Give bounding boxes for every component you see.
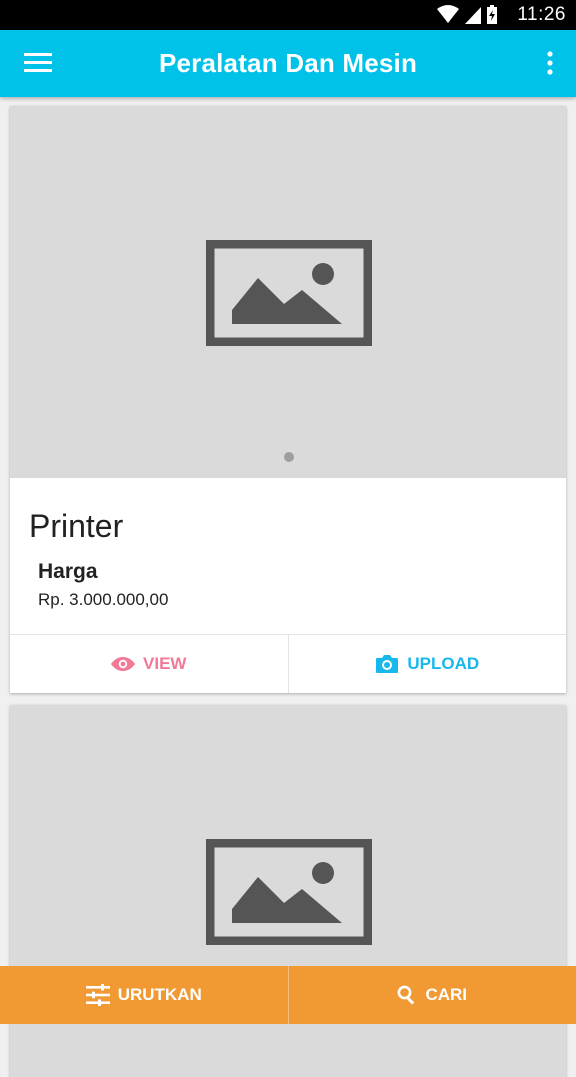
item-name: Printer xyxy=(29,508,123,545)
search-button[interactable]: CARI xyxy=(289,966,576,1024)
app-bar: Peralatan Dan Mesin xyxy=(0,30,576,97)
page-title: Peralatan Dan Mesin xyxy=(0,48,576,79)
image-placeholder-icon xyxy=(206,839,372,945)
item-image-carousel[interactable] xyxy=(10,106,566,478)
sort-button[interactable]: URUTKAN xyxy=(0,966,289,1024)
wifi-icon xyxy=(437,5,459,25)
item-details: Printer Harga Rp. 3.000.000,00 xyxy=(10,478,566,634)
upload-button[interactable]: UPLOAD xyxy=(289,635,567,693)
battery-charging-icon xyxy=(486,5,498,25)
search-icon xyxy=(397,985,417,1005)
view-button-label: VIEW xyxy=(143,654,186,674)
view-button[interactable]: VIEW xyxy=(10,635,289,693)
search-button-label: CARI xyxy=(425,985,467,1005)
more-vert-icon[interactable] xyxy=(542,50,558,78)
cell-signal-icon xyxy=(464,5,482,25)
sort-button-label: URUTKAN xyxy=(118,985,202,1005)
upload-button-label: UPLOAD xyxy=(407,654,479,674)
price-label: Harga xyxy=(38,560,98,584)
status-bar: 11:26 xyxy=(0,0,576,30)
price-value: Rp. 3.000.000,00 xyxy=(38,590,168,610)
camera-icon xyxy=(375,654,399,674)
card-actions: VIEW UPLOAD xyxy=(10,634,566,693)
carousel-indicator-dot xyxy=(284,452,294,462)
status-icons xyxy=(437,5,498,25)
eye-icon xyxy=(111,656,135,672)
item-card: Printer Harga Rp. 3.000.000,00 VIEW UPLO… xyxy=(10,106,566,693)
status-time: 11:26 xyxy=(517,4,566,26)
tune-sliders-icon xyxy=(86,984,110,1006)
image-placeholder-icon xyxy=(206,240,372,346)
bottom-action-bar: URUTKAN CARI xyxy=(0,966,576,1024)
